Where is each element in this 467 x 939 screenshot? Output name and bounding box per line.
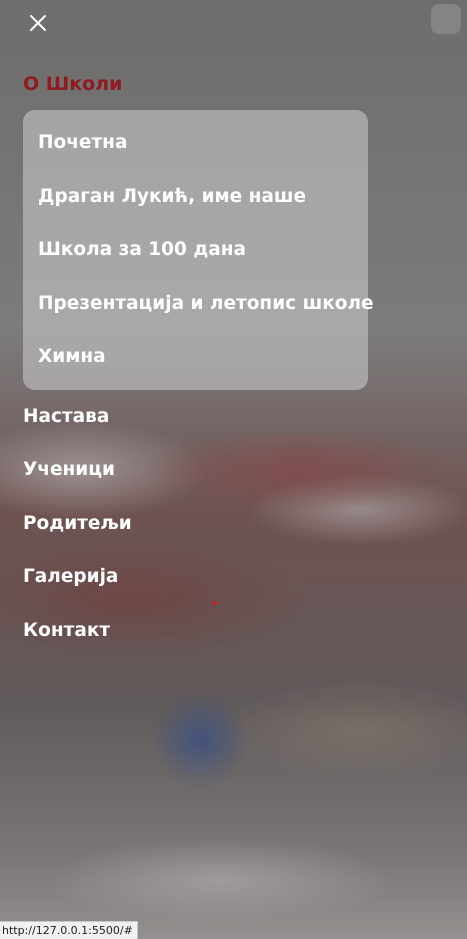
nav-item-contact[interactable]: Контакт [23, 604, 443, 658]
submenu-item-dragan-lukic[interactable]: Драган Лукић, име наше [23, 170, 368, 224]
nav-item-students[interactable]: Ученици [23, 443, 443, 497]
main-navigation: О Школи Почетна Драган Лукић, име наше Ш… [23, 66, 443, 657]
close-icon [30, 15, 46, 31]
cursor-dot [213, 601, 217, 605]
corner-element [431, 4, 461, 34]
nav-item-about-school[interactable]: О Школи [23, 66, 443, 102]
about-school-submenu: Почетна Драган Лукић, име наше Школа за … [23, 110, 374, 390]
nav-item-teaching[interactable]: Настава [23, 390, 443, 444]
nav-item-parents[interactable]: Родитељи [23, 497, 443, 551]
submenu-item-school-100-days[interactable]: Школа за 100 дана [23, 223, 368, 277]
mobile-menu-screen: О Школи Почетна Драган Лукић, име наше Ш… [0, 0, 467, 939]
close-menu-button[interactable] [24, 9, 52, 37]
submenu-item-presentation-chronicle[interactable]: Презентација и летопис школе [23, 277, 374, 331]
submenu-item-anthem[interactable]: Химна [23, 330, 368, 384]
status-bar-url: http://127.0.0.1:5500/# [0, 921, 138, 939]
nav-item-gallery[interactable]: Галерија [23, 550, 443, 604]
submenu-item-home[interactable]: Почетна [23, 116, 368, 170]
